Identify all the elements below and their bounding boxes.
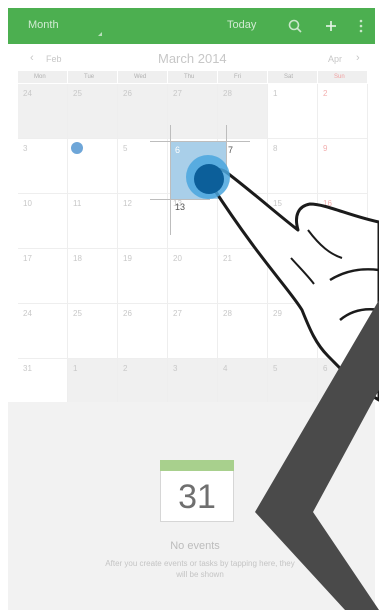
grid-line [150, 141, 250, 142]
day-cell[interactable]: 12 [118, 194, 168, 248]
next-month-chevron-icon[interactable]: › [356, 52, 360, 64]
view-mode-selector[interactable]: Month [28, 19, 59, 31]
adjacent-day-number: 13 [175, 202, 186, 212]
day-number: 2 [123, 364, 128, 373]
day-number: 24 [23, 309, 32, 318]
next-month-button[interactable]: Apr [328, 54, 342, 64]
month-title: March 2014 [158, 51, 227, 66]
day-cell[interactable]: 2 [318, 84, 368, 138]
weekday-header: Mon Tue Wed Thu Fri Sat Sun [18, 71, 368, 83]
week-row: 24 25 26 27 28 1 2 [18, 84, 368, 139]
day-number: 27 [173, 309, 182, 318]
month-navigation: ‹ Feb March 2014 Apr › [18, 46, 368, 70]
weekday-label: Mon [18, 71, 68, 83]
day-number: 28 [223, 89, 232, 98]
selected-day-number: 6 [175, 145, 181, 155]
weekday-label: Fri [218, 71, 268, 83]
day-number: 10 [23, 199, 32, 208]
touch-point [194, 164, 224, 194]
day-cell[interactable]: 25 [68, 84, 118, 138]
day-cell[interactable]: 1 [268, 84, 318, 138]
day-number: 27 [173, 89, 182, 98]
day-cell[interactable]: 24 [18, 304, 68, 358]
day-number: 26 [123, 309, 132, 318]
day-number: 1 [73, 364, 78, 373]
day-number: 26 [123, 89, 132, 98]
day-number: 1 [273, 89, 278, 98]
day-cell[interactable]: 26 [118, 84, 168, 138]
chevron-left-icon [255, 300, 379, 610]
grid-line [170, 125, 171, 235]
day-cell[interactable]: 19 [118, 249, 168, 303]
day-number: 20 [173, 254, 182, 263]
day-cell[interactable]: 11 [68, 194, 118, 248]
day-number: 11 [73, 199, 82, 208]
day-cell[interactable]: 3 [18, 139, 68, 193]
day-number: 5 [123, 144, 128, 153]
prev-month-button[interactable]: Feb [46, 54, 62, 64]
search-icon[interactable] [287, 18, 303, 34]
weekday-label: Tue [68, 71, 118, 83]
day-cell[interactable]: 27 [168, 84, 218, 138]
day-number: 3 [173, 364, 178, 373]
no-events-label: No events [170, 540, 220, 552]
today-button[interactable]: Today [227, 19, 256, 31]
day-number: 31 [23, 364, 32, 373]
day-number: 19 [123, 254, 132, 263]
day-cell[interactable]: 25 [68, 304, 118, 358]
day-cell[interactable]: 10 [18, 194, 68, 248]
prev-month-chevron-icon[interactable]: ‹ [30, 52, 34, 64]
more-icon[interactable] [355, 18, 367, 34]
action-bar: Month Today [8, 8, 375, 44]
weekday-label: Thu [168, 71, 218, 83]
day-cell[interactable]: 17 [18, 249, 68, 303]
add-icon[interactable] [323, 18, 339, 34]
day-number: 17 [23, 254, 32, 263]
day-cell[interactable]: 24 [18, 84, 68, 138]
day-number: 25 [73, 309, 82, 318]
day-number: 3 [23, 144, 28, 153]
day-number: 25 [73, 89, 82, 98]
calendar-icon-header [160, 460, 234, 471]
weekday-label: Sat [268, 71, 318, 83]
dropdown-caret-icon [98, 32, 102, 36]
calendar-icon-date: 31 [178, 478, 216, 516]
day-cell[interactable]: 18 [68, 249, 118, 303]
day-number: 2 [323, 89, 328, 98]
day-number: 12 [123, 199, 132, 208]
today-indicator-dot [71, 142, 83, 154]
day-number: 18 [73, 254, 82, 263]
day-cell[interactable]: 5 [118, 139, 168, 193]
day-number: 24 [23, 89, 32, 98]
weekday-label: Wed [118, 71, 168, 83]
day-cell[interactable]: 26 [118, 304, 168, 358]
weekday-label: Sun [318, 71, 368, 83]
